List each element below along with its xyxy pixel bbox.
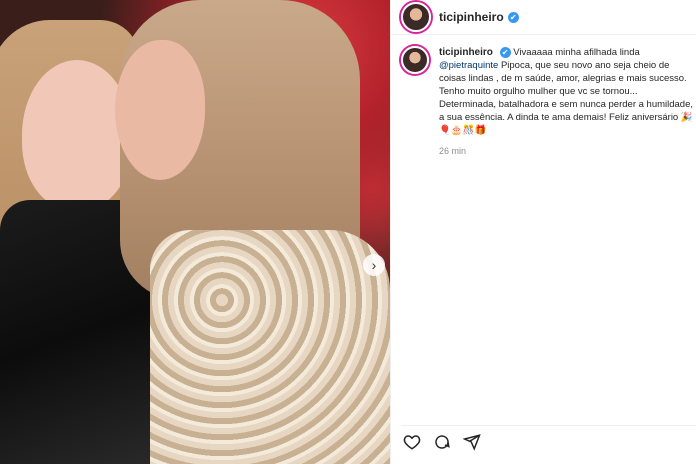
caption-text-start: Vivaaaaa minha afilhada linda [513, 47, 640, 58]
next-photo-button[interactable]: › [363, 254, 385, 276]
caption-comment: ticipinheiro ✔ Vivaaaaa minha afilhada l… [401, 46, 696, 158]
photo-dress [150, 230, 390, 464]
verified-icon: ✔ [507, 11, 519, 23]
post-username[interactable]: ticipinheiro [439, 10, 504, 24]
caption-timestamp: 26 min [439, 146, 467, 156]
post-header: ticipinheiro ✔ [391, 0, 696, 35]
comment-icon[interactable] [433, 433, 451, 456]
heart-icon[interactable] [403, 433, 421, 456]
caption-avatar[interactable] [401, 46, 429, 74]
verified-icon: ✔ [499, 47, 511, 58]
post-actions [401, 425, 696, 462]
caption-body: ticipinheiro ✔ Vivaaaaa minha afilhada l… [439, 46, 696, 158]
profile-avatar[interactable] [401, 2, 431, 32]
share-icon[interactable] [462, 433, 481, 456]
caption-username[interactable]: ticipinheiro [439, 47, 493, 58]
photo-face-left [22, 60, 132, 210]
caption-text-rest: Pipoca, que seu novo ano seja cheio de c… [439, 60, 694, 136]
photo-face-right [115, 40, 205, 180]
caption-mention[interactable]: @pietraquinte [439, 60, 498, 71]
chevron-right-icon: › [371, 257, 377, 273]
post-photo: › [0, 0, 390, 464]
post-sidebar: ticipinheiro ✔ ticipinheiro ✔ Vivaaaaa m… [390, 0, 696, 464]
